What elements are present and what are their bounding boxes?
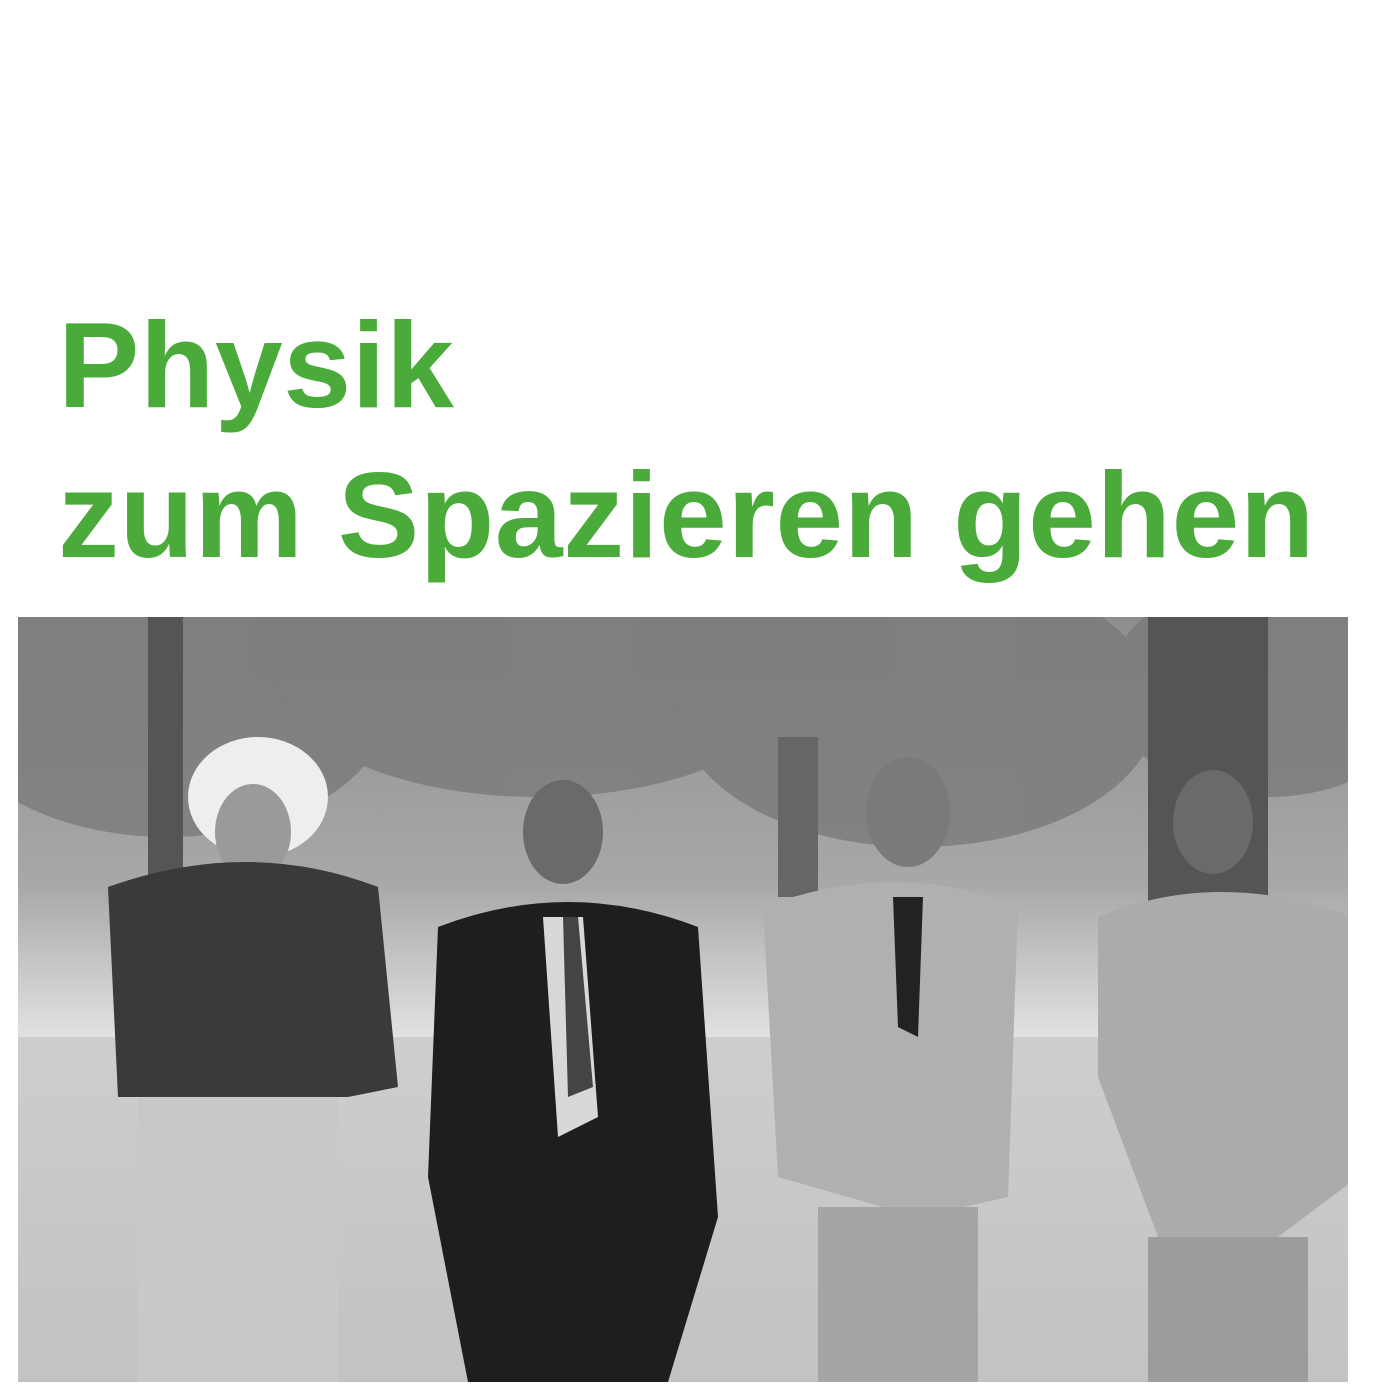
cover-photo (18, 617, 1348, 1382)
photo-illustration (18, 617, 1348, 1382)
tree-trunk (148, 617, 183, 877)
title-line-1: Physik (58, 297, 455, 433)
title-line-2: zum Spazieren gehen (58, 447, 1315, 583)
tree-trunk (778, 737, 818, 897)
